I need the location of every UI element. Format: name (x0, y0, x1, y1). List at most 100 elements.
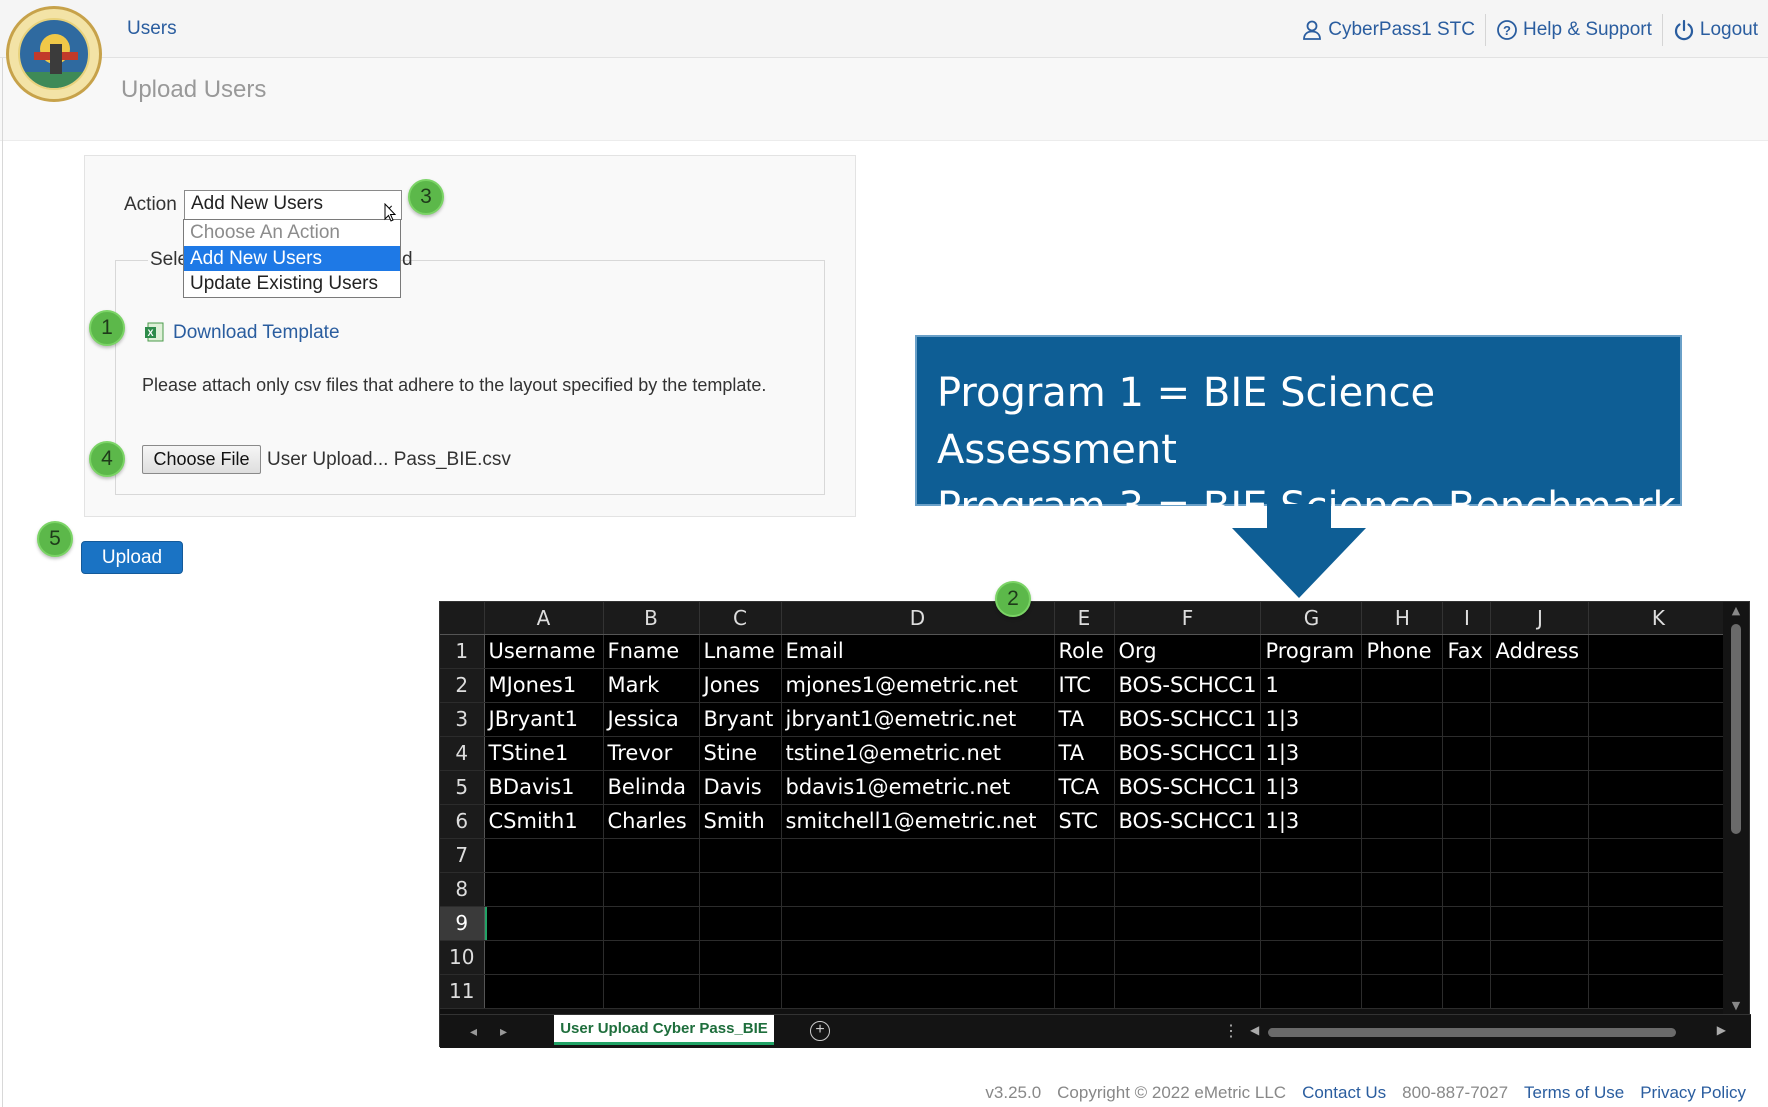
select-all-corner[interactable] (440, 602, 485, 635)
table-cell[interactable] (1490, 974, 1590, 1009)
help-support-link[interactable]: ? Help & Support (1485, 14, 1662, 46)
table-cell[interactable] (1442, 906, 1492, 941)
table-cell[interactable] (1588, 736, 1729, 771)
column-header[interactable]: F (1114, 602, 1262, 635)
table-cell[interactable] (1442, 872, 1492, 907)
row-header[interactable]: 5 (440, 770, 485, 805)
table-cell[interactable]: BOS-SCHCC1 (1114, 736, 1262, 771)
table-cell[interactable] (1442, 668, 1492, 703)
table-cell[interactable]: 1|3 (1260, 702, 1363, 737)
table-cell[interactable] (1442, 736, 1492, 771)
column-header[interactable]: E (1054, 602, 1115, 635)
table-cell[interactable]: Fax (1442, 634, 1492, 669)
table-cell[interactable] (1260, 974, 1363, 1009)
column-header[interactable]: I (1442, 602, 1492, 635)
row-header[interactable]: 6 (440, 804, 485, 839)
table-cell[interactable]: BDavis1 (484, 770, 604, 805)
table-cell[interactable]: BOS-SCHCC1 (1114, 804, 1262, 839)
row-header[interactable]: 1 (440, 634, 485, 669)
upload-button[interactable]: Upload (81, 541, 183, 574)
table-cell[interactable] (1490, 668, 1590, 703)
table-cell[interactable] (1490, 702, 1590, 737)
column-header[interactable]: J (1490, 602, 1590, 635)
table-cell[interactable] (484, 872, 604, 907)
table-cell[interactable] (1588, 974, 1729, 1009)
table-cell[interactable] (699, 838, 782, 873)
table-cell[interactable] (699, 974, 782, 1009)
table-cell[interactable]: tstine1@emetric.net (781, 736, 1055, 771)
table-cell[interactable]: 1|3 (1260, 804, 1363, 839)
table-cell[interactable] (1114, 940, 1262, 975)
table-cell[interactable]: Jessica (603, 702, 700, 737)
row-header[interactable]: 10 (440, 940, 485, 975)
contact-us-link[interactable]: Contact Us (1302, 1083, 1386, 1103)
table-cell[interactable]: Email (781, 634, 1055, 669)
table-cell[interactable] (1114, 906, 1262, 941)
table-cell[interactable] (699, 872, 782, 907)
table-cell[interactable]: TCA (1054, 770, 1115, 805)
table-cell[interactable] (484, 940, 604, 975)
table-cell[interactable]: Username (484, 634, 604, 669)
table-cell[interactable] (1442, 940, 1492, 975)
table-cell[interactable] (1114, 872, 1262, 907)
table-cell[interactable]: Smith (699, 804, 782, 839)
action-select[interactable]: Add New Users ⌄ (184, 190, 402, 220)
table-cell[interactable] (1054, 974, 1115, 1009)
privacy-policy-link[interactable]: Privacy Policy (1640, 1083, 1746, 1103)
row-header[interactable]: 8 (440, 872, 485, 907)
table-cell[interactable]: Bryant (699, 702, 782, 737)
table-cell[interactable] (603, 940, 700, 975)
horizontal-scroll-thumb[interactable] (1268, 1028, 1676, 1037)
table-cell[interactable] (1442, 804, 1492, 839)
action-option-update-existing-users[interactable]: Update Existing Users (184, 271, 400, 297)
table-cell[interactable] (484, 838, 604, 873)
table-cell[interactable]: MJones1 (484, 668, 604, 703)
table-cell[interactable] (603, 872, 700, 907)
table-cell[interactable] (1260, 838, 1363, 873)
table-cell[interactable]: mjones1@emetric.net (781, 668, 1055, 703)
table-cell[interactable] (1054, 838, 1115, 873)
table-cell[interactable] (781, 872, 1055, 907)
table-cell[interactable] (781, 940, 1055, 975)
column-header[interactable]: B (603, 602, 700, 635)
table-cell[interactable] (1490, 770, 1590, 805)
table-cell[interactable]: jbryant1@emetric.net (781, 702, 1055, 737)
table-cell[interactable] (781, 838, 1055, 873)
table-cell[interactable] (1588, 872, 1729, 907)
table-cell[interactable]: BOS-SCHCC1 (1114, 770, 1262, 805)
table-cell[interactable]: TStine1 (484, 736, 604, 771)
table-cell[interactable]: STC (1054, 804, 1115, 839)
table-cell[interactable] (1490, 940, 1590, 975)
table-cell[interactable] (1114, 838, 1262, 873)
table-cell[interactable]: Role (1054, 634, 1115, 669)
table-cell[interactable] (1361, 770, 1444, 805)
table-cell[interactable]: 1|3 (1260, 736, 1363, 771)
table-cell[interactable]: Org (1114, 634, 1262, 669)
plus-circle-icon[interactable]: + (810, 1021, 830, 1041)
scroll-up-icon[interactable]: ▲ (1729, 604, 1743, 617)
table-cell[interactable]: BOS-SCHCC1 (1114, 702, 1262, 737)
table-cell[interactable] (1588, 634, 1729, 669)
action-option-add-new-users[interactable]: Add New Users (184, 245, 400, 271)
row-header[interactable]: 3 (440, 702, 485, 737)
prev-sheet-icon[interactable]: ◂ (470, 1023, 477, 1040)
table-cell[interactable] (1054, 906, 1115, 941)
table-cell[interactable] (1588, 770, 1729, 805)
table-cell[interactable]: TA (1054, 736, 1115, 771)
table-cell[interactable] (603, 906, 700, 941)
table-cell[interactable]: BOS-SCHCC1 (1114, 668, 1262, 703)
table-cell[interactable] (1490, 736, 1590, 771)
next-sheet-icon[interactable]: ▸ (500, 1023, 507, 1040)
table-cell[interactable] (1054, 872, 1115, 907)
table-cell[interactable] (1114, 974, 1262, 1009)
table-cell[interactable] (699, 940, 782, 975)
column-header[interactable]: H (1361, 602, 1444, 635)
table-cell[interactable]: Jones (699, 668, 782, 703)
column-header[interactable]: K (1588, 602, 1729, 635)
table-cell[interactable] (1361, 940, 1444, 975)
table-cell[interactable] (1442, 974, 1492, 1009)
table-cell[interactable]: TA (1054, 702, 1115, 737)
table-cell[interactable] (603, 974, 700, 1009)
column-header[interactable]: C (699, 602, 782, 635)
table-cell[interactable] (1054, 940, 1115, 975)
